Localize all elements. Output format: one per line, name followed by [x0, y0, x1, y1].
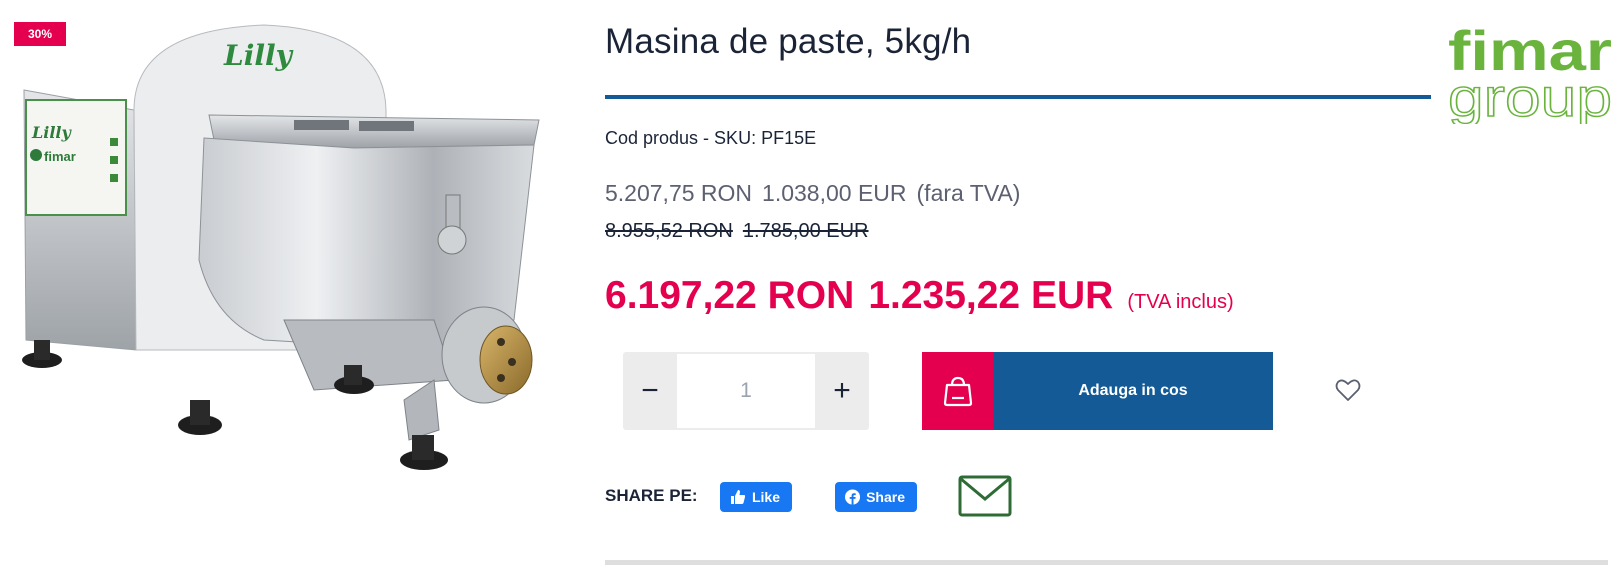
price-without-vat: 5.207,75 RON 1.038,00 EUR (fara TVA) [605, 180, 1030, 207]
quantity-decrease-button[interactable]: − [623, 352, 677, 430]
price-net-eur: 1.038,00 EUR [762, 180, 907, 206]
logo-word-group: group [1448, 68, 1612, 124]
product-title: Masina de paste, 5kg/h [605, 22, 972, 61]
share-button-label: Share [866, 489, 905, 505]
envelope-icon [958, 475, 1012, 517]
discount-badge: 30% [14, 22, 66, 46]
wishlist-button[interactable] [1334, 376, 1362, 404]
fimar-group-logo: fimar group [1446, 18, 1616, 129]
cart-icon-box[interactable] [922, 352, 993, 430]
lilly-top-label: Lilly [223, 39, 294, 72]
add-to-cart-button[interactable]: Adauga in cos [993, 352, 1273, 430]
price-old-eur: 1.785,00 EUR [742, 220, 869, 242]
heart-icon [1335, 379, 1361, 401]
fimar-panel-label: fimar [44, 149, 76, 164]
price-with-vat: 6.197,22 RON 1.235,22 EUR (TVA inclus) [605, 274, 1234, 318]
email-share-button[interactable] [958, 475, 1012, 517]
title-divider [605, 95, 1431, 99]
share-label: SHARE PE: [605, 486, 698, 505]
bottom-divider [605, 560, 1608, 565]
quantity-stepper: − + [623, 352, 869, 430]
price-final-ron: 6.197,22 RON [605, 274, 855, 317]
price-net-ron: 5.207,75 RON [605, 180, 753, 206]
price-net-note: (fara TVA) [916, 180, 1021, 206]
lilly-side-label: Lilly [31, 123, 72, 142]
quantity-input[interactable] [677, 354, 815, 428]
facebook-share-button[interactable]: Share [835, 482, 917, 512]
product-image: Lilly fimar Lilly [14, 20, 554, 470]
price-old-ron: 8.955,52 RON [605, 220, 733, 242]
like-label: Like [751, 489, 780, 505]
quantity-increase-button[interactable]: + [815, 352, 869, 430]
shopping-bag-icon [943, 376, 972, 407]
product-sku: Cod produs - SKU: PF15E [605, 128, 817, 148]
add-to-cart: Adauga in cos [922, 352, 1273, 430]
price-old: 8.955,52 RON 1.785,00 EUR [605, 220, 879, 243]
facebook-icon [845, 489, 861, 505]
thumbs-up-icon [730, 490, 746, 504]
facebook-like-button[interactable]: Like [720, 482, 792, 512]
price-final-eur: 1.235,22 EUR [868, 274, 1114, 317]
price-final-note: (TVA inclus) [1127, 291, 1234, 313]
